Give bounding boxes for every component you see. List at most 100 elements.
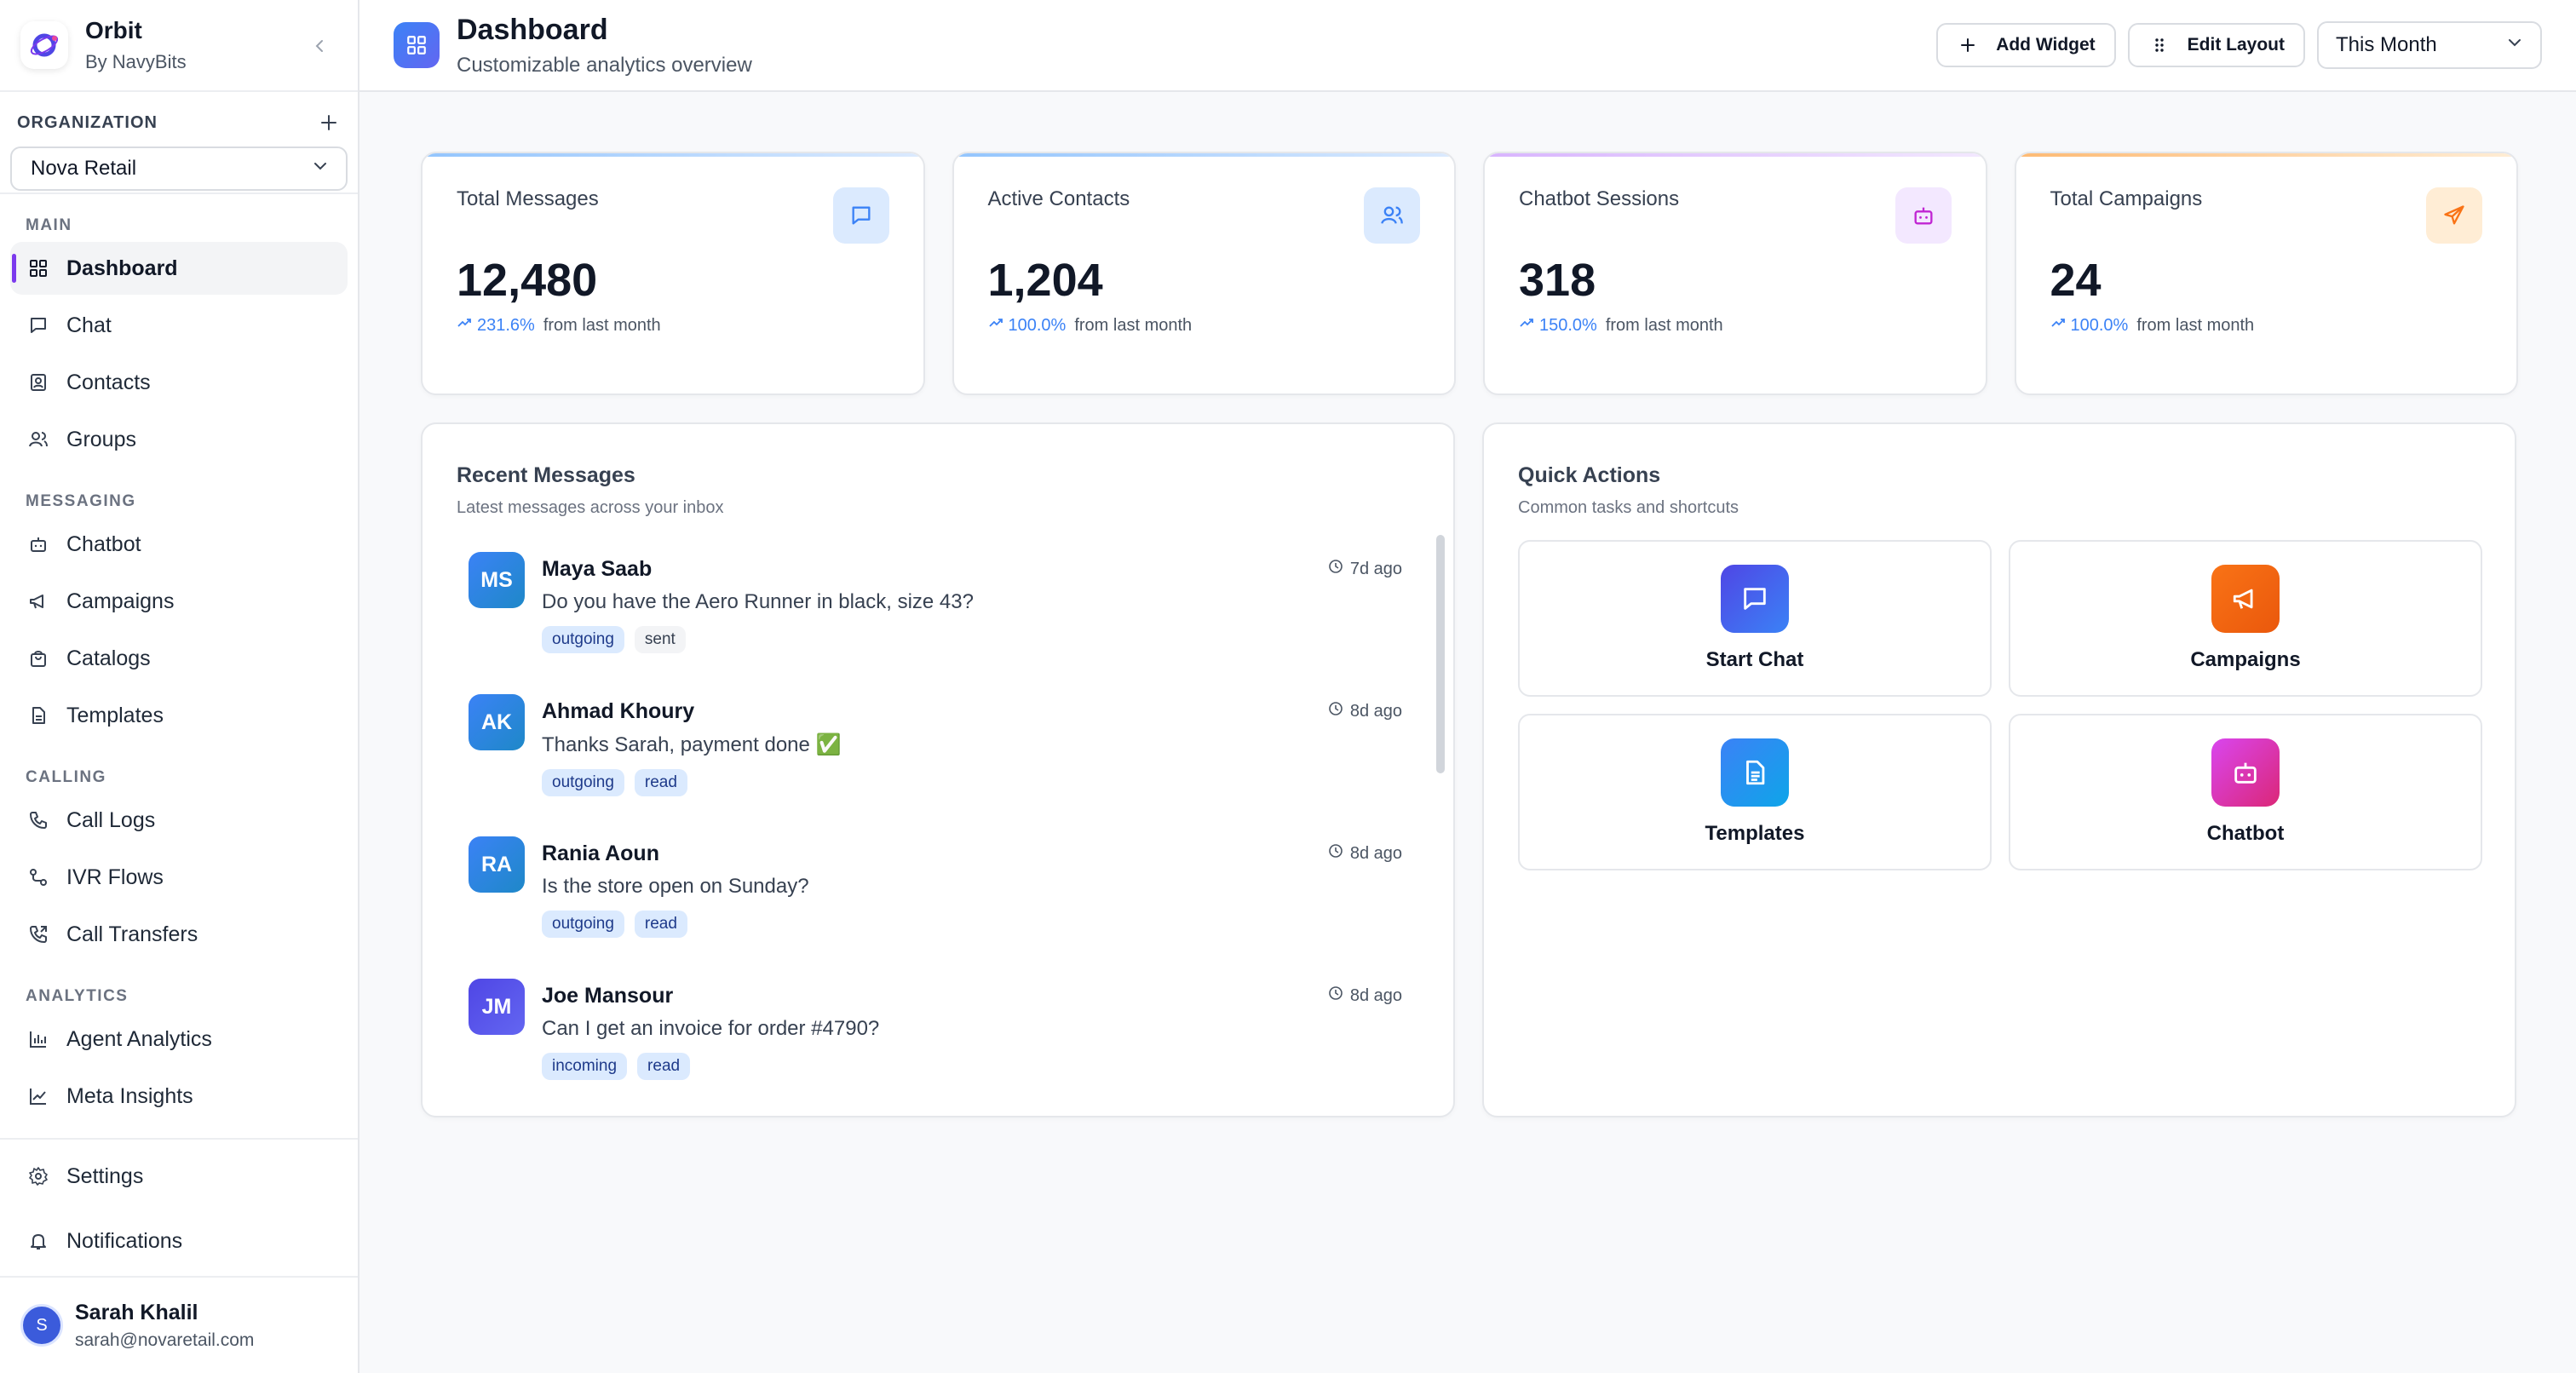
trend-up-icon [988,315,1003,336]
stat-change-suffix: from last month [543,315,661,335]
gear-icon [27,1165,49,1187]
sidebar-item-ivr-flows[interactable]: IVR Flows [10,851,348,904]
page-title: Dashboard [457,13,608,46]
clock-icon [1328,701,1343,721]
sidebar-item-chat[interactable]: Chat [10,299,348,352]
send-icon [2426,187,2482,244]
stat-change: 150.0% from last month [1519,315,1952,336]
list-item[interactable]: RA Rania Aoun Is the store open on Sunda… [440,819,1433,962]
message-text: Is the store open on Sunday? [542,875,809,898]
message-sender: Maya Saab [542,557,653,581]
add-organization-plus-icon[interactable] [317,111,341,135]
scrollbar[interactable] [1436,535,1445,1089]
sidebar-item-label: Chatbot [66,531,141,556]
time-text: 7d ago [1349,559,1402,578]
quick-action-label: Templates [1705,822,1805,845]
brand-subtitle: By NavyBits [85,51,187,72]
sidebar-item-call-transfers[interactable]: Call Transfers [10,908,348,961]
list-item[interactable]: JM Joe Mansour Can I get an invoice for … [440,962,1433,1104]
recent-messages-panel: Recent Messages Latest messages across y… [421,422,1455,1117]
trend-up-icon [2050,315,2066,336]
campaigns-button[interactable]: Campaigns [2009,540,2482,697]
brand-name: Orbit [85,17,142,43]
stat-change: 100.0% from last month [988,315,1421,336]
status-badge: sent [634,626,686,653]
message-sender: Joe Mansour [542,984,674,1008]
period-select[interactable]: This Month [2317,21,2542,69]
bell-icon [27,1230,49,1252]
message-list: MS Maya Saab Do you have the Aero Runner… [440,535,1433,1104]
sidebar-item-notifications[interactable]: Notifications [10,1215,348,1267]
add-widget-label: Add Widget [1996,35,2096,55]
stat-label: Total Messages [457,187,599,210]
sidebar-item-label: Campaigns [66,589,175,613]
flow-icon [27,866,49,888]
collapse-sidebar-chevron-left-icon[interactable] [308,34,332,58]
sidebar-item-label: Settings [66,1163,144,1188]
clock-icon [1328,843,1343,864]
chevron-down-icon [2506,33,2523,57]
sidebar-item-catalogs[interactable]: Catalogs [10,632,348,685]
avatar: RA [469,836,525,893]
sidebar-item-contacts[interactable]: Contacts [10,356,348,409]
sidebar-item-agent-analytics[interactable]: Agent Analytics [10,1013,348,1066]
trend-up-icon [1519,315,1534,336]
bot-icon [2211,738,2280,807]
sidebar: Orbit By NavyBits ORGANIZATION Nova Reta… [0,0,359,1373]
stat-change-pct: 100.0% [2070,315,2129,335]
sidebar-item-campaigns[interactable]: Campaigns [10,575,348,628]
quick-action-label: Start Chat [1705,648,1804,671]
user-name: Sarah Khalil [75,1300,198,1324]
direction-badge: outgoing [542,626,624,653]
chatbot-button[interactable]: Chatbot [2009,714,2482,870]
stat-change: 231.6% from last month [457,315,889,336]
sidebar-item-chatbot[interactable]: Chatbot [10,518,348,571]
start-chat-button[interactable]: Start Chat [1518,540,1992,697]
sidebar-item-label: Agent Analytics [66,1026,212,1051]
time-text: 8d ago [1349,985,1402,1005]
templates-button[interactable]: Templates [1518,714,1992,870]
sidebar-item-label: Call Transfers [66,922,198,946]
sidebar-bottom: Settings Notifications [0,1138,358,1272]
sidebar-item-settings[interactable]: Settings [10,1150,348,1203]
organization-selected: Nova Retail [31,157,137,180]
grid-icon [27,257,49,279]
document-icon [1721,738,1789,807]
sidebar-item-call-logs[interactable]: Call Logs [10,794,348,847]
chat-bubble-icon [27,314,49,336]
orbit-logo-icon[interactable] [20,21,68,69]
stat-change-suffix: from last month [1605,315,1723,335]
clock-icon [1328,985,1343,1006]
avatar: JM [469,979,525,1035]
panel-title: Quick Actions [1518,463,1661,487]
stat-card-total-campaigns: Total Campaigns 24 100.0% from last mont… [2014,152,2518,395]
sidebar-item-dashboard[interactable]: Dashboard [10,242,348,295]
document-icon [27,704,49,727]
message-time: 7d ago [1328,559,1402,579]
sidebar-item-groups[interactable]: Groups [10,413,348,466]
scrollbar-thumb[interactable] [1436,535,1445,773]
edit-layout-button[interactable]: Edit Layout [2127,23,2305,67]
direction-badge: outgoing [542,769,624,796]
sidebar-item-meta-insights[interactable]: Meta Insights [10,1070,348,1123]
list-item[interactable]: AK Ahmad Khoury Thanks Sarah, payment do… [440,677,1433,819]
phone-forward-icon [27,923,49,945]
stat-change-pct: 150.0% [1539,315,1597,335]
user-profile[interactable]: S Sarah Khalil sarah@novaretail.com [0,1276,358,1373]
organization-select[interactable]: Nova Retail [10,146,348,191]
list-item[interactable]: MS Maya Saab Do you have the Aero Runner… [440,535,1433,677]
sidebar-nav: MAIN Dashboard Chat Contacts Groups MESS… [0,194,358,1123]
sidebar-item-label: IVR Flows [66,865,164,889]
sidebar-item-label: Notifications [66,1228,183,1253]
plus-icon [1957,34,1979,56]
message-time: 8d ago [1328,985,1402,1006]
clock-icon [1328,559,1343,579]
stat-value: 24 [2050,255,2102,306]
bar-chart-icon [27,1028,49,1050]
sidebar-item-templates[interactable]: Templates [10,689,348,742]
add-widget-button[interactable]: Add Widget [1936,23,2116,67]
stat-value: 12,480 [457,255,598,306]
megaphone-icon [27,590,49,612]
sidebar-item-label: Chat [66,313,112,337]
panel-subtitle: Common tasks and shortcuts [1518,498,1739,517]
